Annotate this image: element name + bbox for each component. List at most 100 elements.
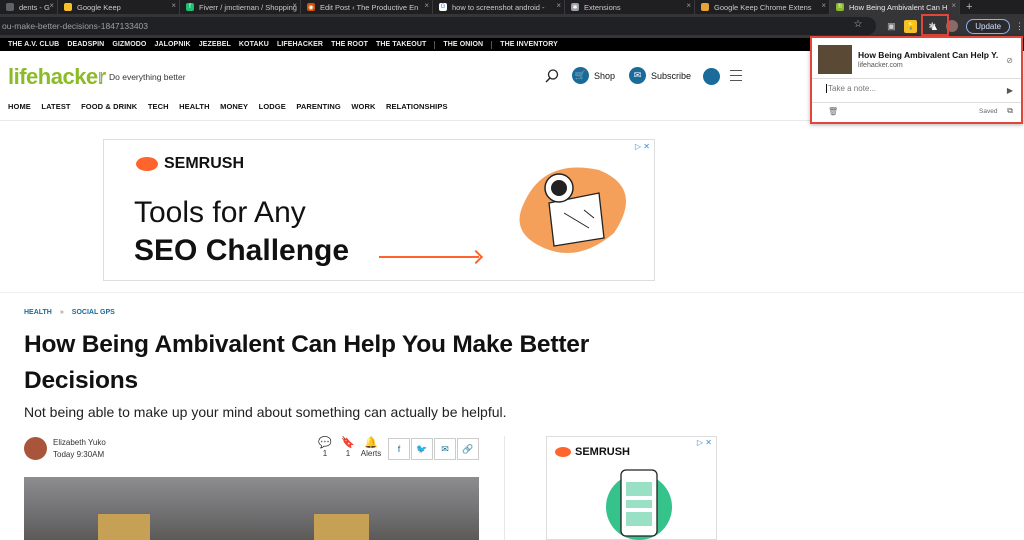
site-nav-item[interactable]: LODGE bbox=[259, 102, 286, 111]
section-divider bbox=[0, 292, 1024, 293]
share-link-button[interactable]: 🔗 bbox=[457, 438, 479, 460]
share-twitter-button[interactable]: 🐦 bbox=[411, 438, 433, 460]
tab-close-icon[interactable]: × bbox=[424, 1, 429, 10]
article-subtitle: Not being able to make up your mind abou… bbox=[24, 404, 507, 420]
network-separator bbox=[491, 40, 493, 49]
semrush-logo: SEMRUSH bbox=[136, 155, 244, 173]
twitter-icon: 🐦 bbox=[416, 443, 428, 454]
mail-icon: ✉ bbox=[629, 67, 646, 84]
new-tab-button[interactable]: + bbox=[966, 1, 972, 13]
tab-close-icon[interactable]: × bbox=[686, 1, 691, 10]
alerts-button[interactable]: 🔔 Alerts bbox=[359, 436, 383, 458]
email-icon: ✉ bbox=[441, 443, 449, 454]
network-link[interactable]: THE A.V. CLUB bbox=[8, 41, 59, 48]
tab-label: Extensions bbox=[584, 2, 621, 12]
network-link[interactable]: THE INVENTORY bbox=[500, 41, 558, 48]
shop-label: Shop bbox=[594, 70, 616, 81]
comments-button[interactable]: 💬 1 bbox=[313, 436, 337, 458]
shop-button[interactable]: 🛒 Shop bbox=[572, 67, 615, 84]
browser-menu-icon[interactable]: ⋮ bbox=[1015, 21, 1024, 32]
tab-favicon-icon: h bbox=[836, 3, 844, 11]
saved-page-domain: lifehacker.com bbox=[858, 62, 903, 69]
site-nav-item[interactable]: LATEST bbox=[41, 102, 70, 111]
article-hero-image bbox=[24, 477, 479, 540]
breadcrumb-health[interactable]: HEALTH bbox=[24, 309, 52, 316]
site-nav-item[interactable]: PARENTING bbox=[296, 102, 341, 111]
adchoices-icon[interactable]: ▷ ✕ bbox=[635, 142, 650, 151]
breadcrumb-social-gps[interactable]: SOCIAL GPS bbox=[72, 309, 115, 316]
network-link[interactable]: KOTAKU bbox=[239, 41, 269, 48]
tab-favicon-icon: ✱ bbox=[571, 3, 579, 11]
semrush-sidebar-ad[interactable]: ▷ ✕ SEMRUSH bbox=[546, 436, 717, 540]
tab-close-icon[interactable]: × bbox=[821, 1, 826, 10]
bookmark-button[interactable]: 🔖 1 bbox=[336, 436, 360, 458]
share-facebook-button[interactable]: f bbox=[388, 438, 410, 460]
comments-count: 1 bbox=[322, 449, 328, 458]
browser-tab[interactable]: h How Being Ambivalent Can H × bbox=[830, 0, 960, 14]
tab-favicon-icon: ◉ bbox=[307, 3, 315, 11]
search-icon[interactable] bbox=[544, 68, 560, 84]
browser-toolbar: ou-make-better-decisions-1847133403 ☆ ▣ … bbox=[0, 14, 1024, 38]
bell-icon: 🔔 bbox=[364, 437, 378, 449]
network-link[interactable]: THE TAKEOUT bbox=[376, 41, 426, 48]
bookmark-star-icon[interactable]: ☆ bbox=[853, 19, 862, 30]
hero-wood-block-right bbox=[314, 514, 369, 540]
network-link[interactable]: JEZEBEL bbox=[199, 41, 231, 48]
unlink-icon[interactable]: ⊘ bbox=[1006, 56, 1013, 65]
update-button[interactable]: Update bbox=[966, 18, 1011, 34]
tab-close-icon[interactable]: × bbox=[556, 1, 561, 10]
site-nav-item[interactable]: FOOD & DRINK bbox=[81, 102, 137, 111]
trash-icon[interactable]: 🗑 bbox=[828, 107, 838, 116]
site-nav-item[interactable]: RELATIONSHIPS bbox=[386, 102, 448, 111]
column-divider bbox=[504, 436, 505, 540]
browser-tab[interactable]: ◉ Edit Post ‹ The Productive En × bbox=[301, 0, 433, 14]
network-link[interactable]: THE ROOT bbox=[331, 41, 368, 48]
breadcrumb: HEALTH » SOCIAL GPS bbox=[24, 309, 115, 316]
network-link[interactable]: JALOPNIK bbox=[154, 41, 190, 48]
saved-status: Saved bbox=[979, 108, 998, 115]
lifehacker-logo[interactable]: lifehacker bbox=[8, 64, 106, 90]
site-nav-item[interactable]: WORK bbox=[351, 102, 375, 111]
tab-close-icon[interactable]: × bbox=[951, 1, 956, 10]
google-keep-extension-icon[interactable]: 💡 bbox=[904, 19, 918, 33]
address-bar[interactable]: ou-make-better-decisions-1847133403 ☆ bbox=[0, 17, 877, 35]
tab-label: how to screenshot android - bbox=[452, 2, 545, 12]
semrush-banner-ad[interactable]: ▷ ✕ SEMRUSH Tools for Any SEO Challenge bbox=[103, 139, 655, 281]
browser-tab[interactable]: Google Keep Chrome Extens × bbox=[695, 0, 830, 14]
site-nav-item[interactable]: HEALTH bbox=[179, 102, 209, 111]
browser-tab[interactable]: ✱ Extensions × bbox=[565, 0, 695, 14]
open-in-keep-icon[interactable]: ⧉ bbox=[1007, 106, 1013, 116]
browser-tab[interactable]: Google Keep × bbox=[58, 0, 180, 14]
adchoices-icon[interactable]: ▷ ✕ bbox=[697, 438, 712, 447]
tab-label: Fiverr / jmctiernan / Shopping bbox=[199, 2, 297, 12]
user-account-icon[interactable] bbox=[703, 68, 720, 85]
network-link[interactable]: THE ONION bbox=[443, 41, 483, 48]
browser-tab[interactable]: dents - G × bbox=[0, 0, 58, 14]
network-link[interactable]: LIFEHACKER bbox=[277, 41, 323, 48]
hamburger-menu-icon[interactable] bbox=[730, 70, 742, 81]
label-icon[interactable]: ▶ bbox=[1007, 86, 1013, 95]
semrush-fire-icon bbox=[136, 157, 158, 171]
author-name[interactable]: Elizabeth Yuko bbox=[53, 438, 106, 447]
site-nav-item[interactable]: MONEY bbox=[220, 102, 248, 111]
author-avatar[interactable] bbox=[24, 437, 47, 460]
ad-headline-line1: Tools for Any bbox=[134, 196, 306, 229]
tab-close-icon[interactable]: × bbox=[292, 1, 297, 10]
browser-tab[interactable]: f Fiverr / jmctiernan / Shopping × bbox=[180, 0, 301, 14]
network-link[interactable]: GIZMODO bbox=[112, 41, 146, 48]
tab-close-icon[interactable]: × bbox=[171, 1, 176, 10]
breadcrumb-separator: » bbox=[59, 309, 64, 316]
extension-cast-icon[interactable]: ▣ bbox=[885, 20, 897, 32]
cart-icon: 🛒 bbox=[572, 67, 589, 84]
subscribe-label: Subscribe bbox=[651, 70, 692, 81]
network-link[interactable]: DEADSPIN bbox=[67, 41, 104, 48]
bookmark-icon: 🔖 bbox=[341, 437, 355, 449]
tab-close-icon[interactable]: × bbox=[49, 1, 54, 10]
site-nav-item[interactable]: TECH bbox=[148, 102, 169, 111]
subscribe-button[interactable]: ✉ Subscribe bbox=[629, 67, 691, 84]
share-email-button[interactable]: ✉ bbox=[434, 438, 456, 460]
note-input[interactable]: Take a note... bbox=[826, 84, 876, 93]
site-nav-item[interactable]: HOME bbox=[8, 102, 31, 111]
browser-tab[interactable]: Ghow to screenshot android - × bbox=[433, 0, 565, 14]
site-tagline: Do everything better bbox=[100, 72, 186, 82]
